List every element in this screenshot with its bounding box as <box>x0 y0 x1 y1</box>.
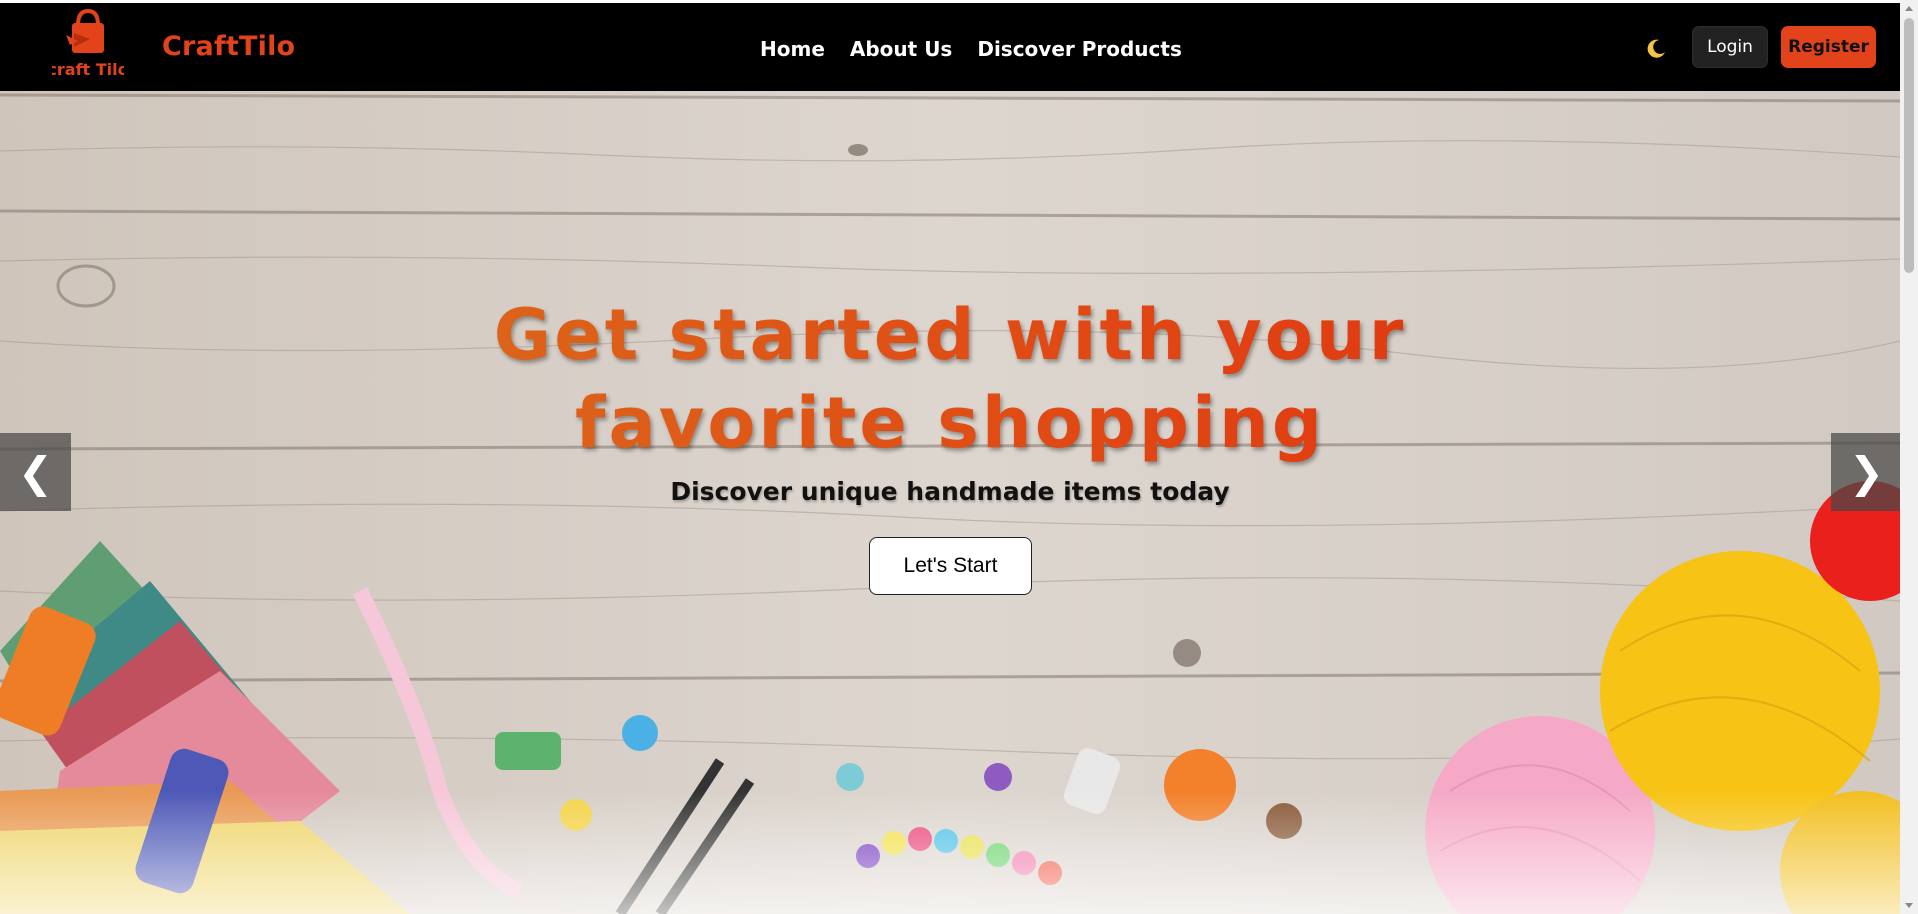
scroll-up-arrow-icon[interactable] <box>1904 4 1914 14</box>
hero-carousel: ❮ ❯ Get started with your favorite shopp… <box>0 91 1900 914</box>
logo-text: craft Tilo <box>52 60 124 79</box>
hero-title-line-1: Get started with your <box>493 294 1407 376</box>
register-button[interactable]: Register <box>1781 26 1876 68</box>
navbar: craft Tilo CraftTilo Home About Us Disco… <box>0 3 1900 91</box>
nav-link-about-us[interactable]: About Us <box>850 37 952 61</box>
scrollbar[interactable] <box>1900 0 1918 914</box>
hero-title-line-2: favorite shopping <box>575 382 1325 464</box>
shopping-bag-icon: craft Tilo <box>47 8 129 79</box>
hero-subtitle: Discover unique handmade items today <box>670 477 1230 506</box>
moon-icon[interactable] <box>1644 37 1668 61</box>
nav-link-discover-products[interactable]: Discover Products <box>977 37 1182 61</box>
scroll-down-arrow-icon[interactable] <box>1904 900 1914 910</box>
login-button[interactable]: Login <box>1692 26 1768 68</box>
page: craft Tilo CraftTilo Home About Us Disco… <box>0 0 1900 914</box>
nav-link-home[interactable]: Home <box>760 37 825 61</box>
scrollbar-thumb[interactable] <box>1904 18 1914 273</box>
nav-links: Home About Us Discover Products <box>760 37 1207 61</box>
brand-name[interactable]: CraftTilo <box>162 31 295 62</box>
logo[interactable]: craft Tilo <box>47 7 129 83</box>
lets-start-button[interactable]: Let's Start <box>869 537 1032 595</box>
hero-title: Get started with your favorite shopping <box>0 291 1900 467</box>
